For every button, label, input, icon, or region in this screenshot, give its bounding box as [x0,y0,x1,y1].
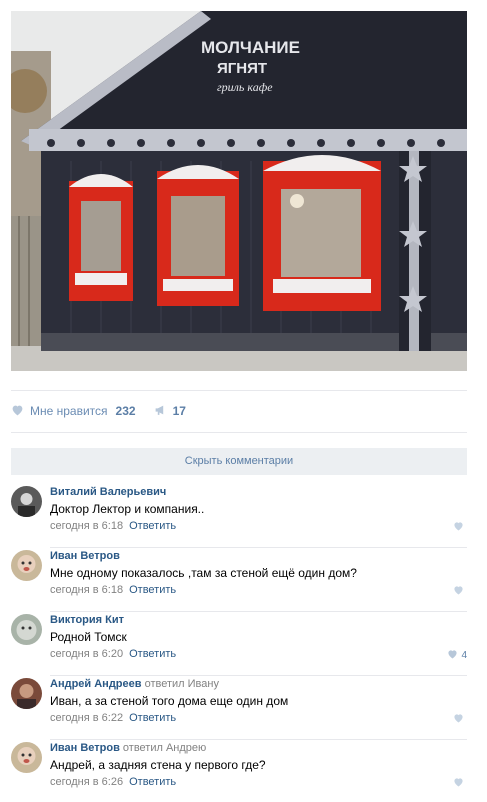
avatar[interactable] [11,742,42,773]
comment-meta: сегодня в 6:18 Ответить [50,584,176,596]
sign-line-1: МОЛЧАНИЕ [201,38,300,57]
comment-author[interactable]: Виталий Валерьевич [50,486,166,498]
window-2 [157,165,239,306]
author-name[interactable]: Иван Ветров [50,742,120,754]
comment-text: Андрей, а задняя стена у первого где? [50,758,266,772]
divider [50,611,467,612]
heart-icon [11,404,24,419]
divider [11,390,467,391]
post-actions: Мне нравится 232 17 [11,402,186,420]
avatar[interactable] [11,678,42,709]
like-count: 232 [115,404,136,418]
comment-like-button[interactable] [453,777,467,790]
comment-author[interactable]: Иван Ветров ответил Андрею [50,742,206,754]
window-3 [263,155,381,311]
comment-author[interactable]: Иван Ветров [50,550,120,562]
megaphone-icon [154,404,167,419]
comment-like-button[interactable] [453,521,467,534]
hide-comments-button[interactable]: Скрыть комментарии [11,448,467,475]
comment-like-button[interactable] [453,585,467,598]
sign-line-3: гриль кафе [217,80,273,94]
comment: Иван Ветров Мне одному показалось ,там з… [11,550,467,612]
house-photo-graphic: МОЛЧАНИЕ ЯГНЯТ гриль кафе [11,11,467,371]
sign-line-2: ЯГНЯТ [217,60,267,77]
window-1 [69,174,133,301]
avatar[interactable] [11,550,42,581]
comment-author[interactable]: Виктория Кит [50,614,124,626]
reply-button[interactable]: Ответить [129,712,176,724]
replied-to: ответил Ивану [144,678,219,690]
comment: Иван Ветров ответил Андрею Андрей, а зад… [11,742,467,802]
comment-time[interactable]: сегодня в 6:20 [50,648,123,660]
comment-like-button[interactable]: 4 [447,649,467,662]
divider [11,432,467,433]
reply-button[interactable]: Ответить [129,776,176,788]
like-button[interactable]: Мне нравится 232 [11,404,136,419]
reply-button[interactable]: Ответить [129,520,176,532]
avatar[interactable] [11,614,42,645]
comment-meta: сегодня в 6:26 Ответить [50,776,176,788]
reply-button[interactable]: Ответить [129,584,176,596]
heart-icon [453,777,464,790]
comment-meta: сегодня в 6:20 Ответить [50,648,176,660]
divider [50,547,467,548]
share-count: 17 [172,404,186,418]
author-name[interactable]: Андрей Андреев [50,678,142,690]
heart-icon [453,521,464,534]
author-name[interactable]: Виталий Валерьевич [50,486,166,498]
post-photo[interactable]: МОЛЧАНИЕ ЯГНЯТ гриль кафе [11,11,467,371]
comment: Андрей Андреев ответил Ивану Иван, а за … [11,678,467,740]
comment-meta: сегодня в 6:22 Ответить [50,712,176,724]
comment-time[interactable]: сегодня в 6:18 [50,584,123,596]
comment: Виталий Валерьевич Доктор Лектор и компа… [11,486,467,548]
heart-icon [453,585,464,598]
author-name[interactable]: Виктория Кит [50,614,124,626]
comment-like-button[interactable] [453,713,467,726]
share-button[interactable]: 17 [154,404,186,419]
author-name[interactable]: Иван Ветров [50,550,120,562]
divider [50,675,467,676]
heart-icon [447,649,458,662]
comment-time[interactable]: сегодня в 6:22 [50,712,123,724]
divider [50,739,467,740]
heart-icon [453,713,464,726]
comment-text: Мне одному показалось ,там за стеной ещё… [50,566,357,580]
comment-time[interactable]: сегодня в 6:18 [50,520,123,532]
reply-button[interactable]: Ответить [129,648,176,660]
comment-text: Родной Томск [50,630,127,644]
comment: Виктория Кит Родной Томск сегодня в 6:20… [11,614,467,676]
comment-text: Иван, а за стеной того дома еще один дом [50,694,289,708]
comment-meta: сегодня в 6:18 Ответить [50,520,176,532]
comment-text: Доктор Лектор и компания.. [50,502,205,516]
replied-to: ответил Андрею [122,742,207,754]
comment-time[interactable]: сегодня в 6:26 [50,776,123,788]
like-label: Мне нравится [30,404,108,418]
comment-author[interactable]: Андрей Андреев ответил Ивану [50,678,219,690]
comment-like-count: 4 [461,650,467,661]
avatar[interactable] [11,486,42,517]
